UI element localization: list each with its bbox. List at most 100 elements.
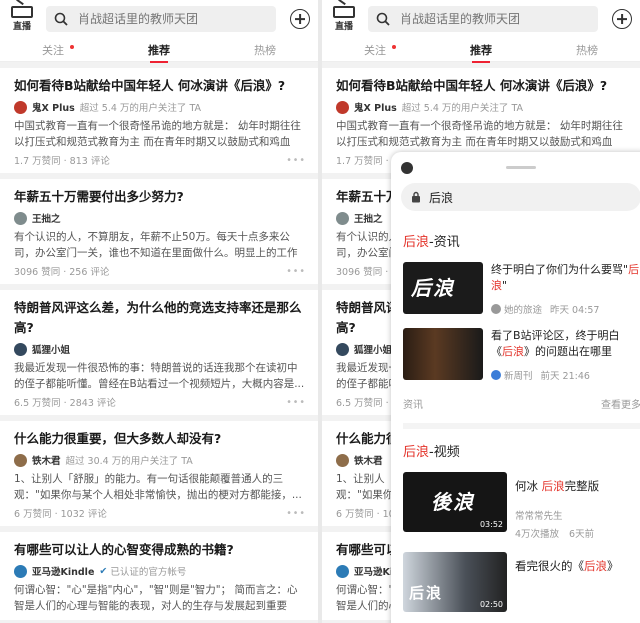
feed-card[interactable]: 特朗普风评这么差，为什么他的竞选支持率还是那么高? 狐狸小姐 我最近发现一件很恐… xyxy=(0,290,318,415)
video-title-text: 看完很火的《 xyxy=(515,559,584,573)
tab-follow[interactable]: 关注 xyxy=(38,42,74,58)
news-title-text: 终于明白了你们为什么要骂" xyxy=(491,263,629,276)
author-name[interactable]: 鬼X Plus xyxy=(354,100,397,114)
news-title[interactable]: 看了B站评论区，终于明白《后浪》的问题出在哪里 xyxy=(491,328,640,360)
news-title-text: 》的问题出在哪里 xyxy=(524,345,612,358)
answer-stats: 1.7 万赞同 · 813 评论 xyxy=(14,156,110,167)
question-title[interactable]: 特朗普风评这么差，为什么他的竞选支持率还是那么高? xyxy=(14,298,306,338)
author-name[interactable]: 狐狸小姐 xyxy=(354,342,392,356)
author-name[interactable]: 亚马逊Kindle xyxy=(32,564,94,578)
search-input[interactable] xyxy=(400,12,590,26)
more-icon[interactable]: ••• xyxy=(286,266,306,277)
answer-excerpt[interactable]: 中国式教育一直有一个很奇怪吊诡的地方就是： 幼年时期往往以打压式和规范式教育为主… xyxy=(336,118,628,150)
more-icon[interactable]: ••• xyxy=(286,508,306,519)
live-button[interactable]: 直播 xyxy=(8,6,36,32)
add-icon[interactable] xyxy=(612,9,632,29)
video-uploader: 常常常先生 xyxy=(515,511,563,522)
avatar[interactable] xyxy=(14,453,27,467)
drag-handle[interactable] xyxy=(506,166,536,169)
tab-recommend-label: 推荐 xyxy=(470,43,492,57)
lock-icon xyxy=(412,191,420,203)
thumbnail-caption: 后浪 xyxy=(409,584,444,602)
video-thumbnail[interactable]: 后浪 02:50 xyxy=(403,552,507,612)
source-avatar xyxy=(491,370,501,380)
tab-recommend-label: 推荐 xyxy=(148,43,170,57)
search-input[interactable] xyxy=(78,12,268,26)
live-label: 直播 xyxy=(12,22,31,32)
tab-recommend[interactable]: 推荐 xyxy=(144,42,174,58)
question-title[interactable]: 如何看待B站献给中国年轻人 何冰演讲《后浪》? xyxy=(14,76,306,96)
left-screen: 直播 关注 推荐 热榜 如何看待B站献给中国年轻人 何冰演讲《后浪》? 鬼X P… xyxy=(0,0,318,623)
avatar[interactable] xyxy=(336,453,349,467)
video-title[interactable]: 看完很火的《后浪》 xyxy=(515,558,640,574)
popup-search-text[interactable]: 后浪 xyxy=(429,189,453,206)
video-title-text: 何冰 xyxy=(515,479,542,493)
avatar[interactable] xyxy=(336,211,349,225)
news-time: 昨天 04:57 xyxy=(550,305,600,316)
tab-follow[interactable]: 关注 xyxy=(360,42,396,58)
author-name[interactable]: 狐狸小姐 xyxy=(32,342,70,356)
see-more-link[interactable]: 查看更多 xyxy=(601,396,640,411)
author-row: 鬼X Plus 超过 5.4 万的用户关注了 TA xyxy=(336,100,628,114)
news-section-footer: 资讯 查看更多 xyxy=(403,396,640,429)
question-title[interactable]: 有哪些可以让人的心智变得成熟的书籍? xyxy=(14,540,306,560)
add-icon[interactable] xyxy=(290,9,310,29)
source-avatar xyxy=(491,304,501,314)
thumbnail-caption: 後浪 xyxy=(431,490,475,514)
answer-excerpt[interactable]: 中国式教育一直有一个很奇怪吊诡的地方就是： 幼年时期往往以打压式和规范式教育为主… xyxy=(14,118,306,150)
author-name[interactable]: 王拙之 xyxy=(32,211,61,225)
answer-excerpt[interactable]: 何谓心智："心"是指"内心"，"智"则是"智力"； 简而言之：心智是人们的心理与… xyxy=(14,582,306,614)
search-bar[interactable] xyxy=(368,6,598,32)
news-thumbnail[interactable] xyxy=(403,328,483,380)
news-item[interactable]: 后浪 终于明白了你们为什么要骂"后浪" 她的旅途 昨天 04:57 xyxy=(403,262,640,316)
stats-row: 1.7 万赞同 · 813 评论 ••• xyxy=(14,153,306,168)
answer-excerpt[interactable]: 有个认识的人，不算朋友，年薪不止50万。每天十点多来公司，办公室门一关，谁也不知… xyxy=(14,229,306,261)
tab-hot-label: 热榜 xyxy=(576,43,598,57)
video-title-text: 完整版 xyxy=(564,479,600,493)
avatar[interactable] xyxy=(14,211,27,225)
live-button[interactable]: 直播 xyxy=(330,6,358,32)
tab-hot[interactable]: 热榜 xyxy=(572,42,602,58)
author-row: 亚马逊Kindle ✔ 已认证的官方帐号 xyxy=(14,564,306,578)
news-item[interactable]: 看了B站评论区，终于明白《后浪》的问题出在哪里 新周刊 前天 21:46 xyxy=(403,328,640,382)
avatar[interactable] xyxy=(336,100,349,114)
video-duration: 02:50 xyxy=(479,600,503,609)
news-thumbnail[interactable]: 后浪 xyxy=(403,262,483,314)
close-icon[interactable] xyxy=(401,162,413,174)
avatar[interactable] xyxy=(14,100,27,114)
tab-hot[interactable]: 热榜 xyxy=(250,42,280,58)
author-name[interactable]: 铁木君 xyxy=(32,453,61,467)
popup-search-bar[interactable]: 后浪 xyxy=(401,183,640,211)
feed-card[interactable]: 如何看待B站献给中国年轻人 何冰演讲《后浪》? 鬼X Plus 超过 5.4 万的… xyxy=(0,68,318,173)
feed-card[interactable]: 什么能力很重要，但大多数人却没有? 铁木君 超过 30.4 万的用户关注了 TA … xyxy=(0,421,318,526)
video-item[interactable]: 後浪 03:52 何冰 后浪完整版 常常常先生 4万次播放 6天前 xyxy=(403,472,640,540)
avatar[interactable] xyxy=(336,342,349,356)
feed-card[interactable]: 有哪些可以让人的心智变得成熟的书籍? 亚马逊Kindle ✔ 已认证的官方帐号 何谓… xyxy=(0,532,318,620)
tab-recommend[interactable]: 推荐 xyxy=(466,42,496,58)
news-title[interactable]: 终于明白了你们为什么要骂"后浪" xyxy=(491,262,640,294)
video-item[interactable]: 后浪 02:50 看完很火的《后浪》 xyxy=(403,552,640,612)
avatar[interactable] xyxy=(14,342,27,356)
answer-excerpt[interactable]: 我最近发现一件很恐怖的事：特朗普说的话连我那个在读初中的侄子都能听懂。曾经在B站… xyxy=(14,360,306,392)
avatar[interactable] xyxy=(14,564,27,578)
avatar[interactable] xyxy=(336,564,349,578)
question-title[interactable]: 如何看待B站献给中国年轻人 何冰演讲《后浪》? xyxy=(336,76,628,96)
keyword-highlight: 后浪 xyxy=(584,559,607,573)
video-title[interactable]: 何冰 后浪完整版 xyxy=(515,478,640,494)
search-bar[interactable] xyxy=(46,6,276,32)
video-thumbnail[interactable]: 後浪 03:52 xyxy=(403,472,507,532)
more-icon[interactable]: ••• xyxy=(286,155,306,166)
live-label: 直播 xyxy=(334,22,353,32)
author-name[interactable]: 鬼X Plus xyxy=(32,100,75,114)
author-name[interactable]: 铁木君 xyxy=(354,453,383,467)
news-time: 前天 21:46 xyxy=(540,371,590,382)
question-title[interactable]: 年薪五十万需要付出多少努力? xyxy=(14,187,306,207)
more-icon[interactable]: ••• xyxy=(286,397,306,408)
author-name[interactable]: 王拙之 xyxy=(354,211,383,225)
news-section-title: 后浪-资讯 xyxy=(403,231,640,250)
video-section-label: -视频 xyxy=(429,445,460,460)
author-follow: 超过 30.4 万的用户关注了 TA xyxy=(65,456,193,467)
feed-card[interactable]: 年薪五十万需要付出多少努力? 王拙之 有个认识的人，不算朋友，年薪不止50万。每… xyxy=(0,179,318,284)
answer-excerpt[interactable]: 1、让别人「舒服」的能力。有一句话很能颠覆普通人的三观："如果你与某个人相处非常… xyxy=(14,471,306,503)
question-title[interactable]: 什么能力很重要，但大多数人却没有? xyxy=(14,429,306,449)
